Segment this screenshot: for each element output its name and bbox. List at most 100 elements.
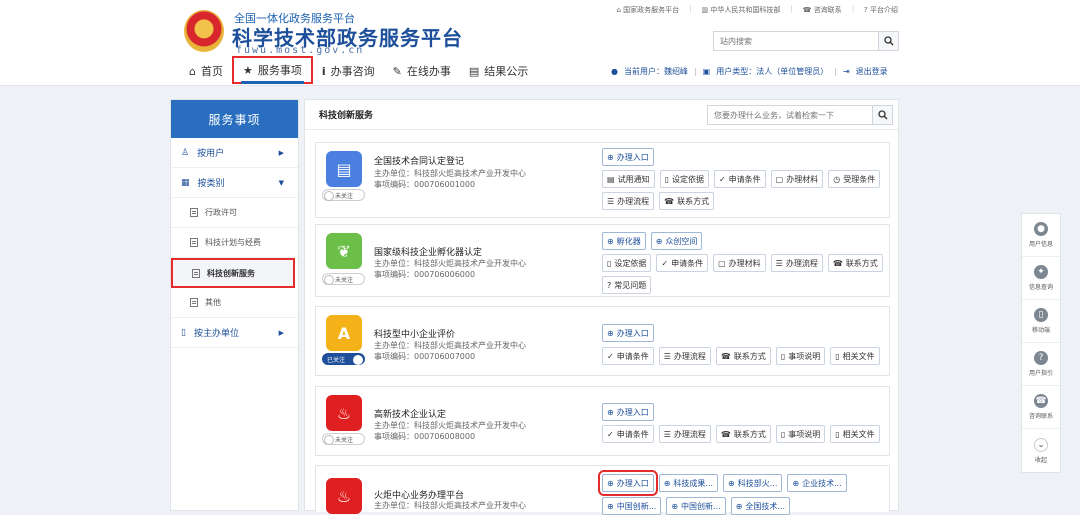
list-icon: [190, 208, 198, 217]
maker-space-button[interactable]: ⊕ 众创空间: [650, 232, 703, 250]
description-button[interactable]: ▯ 事项说明: [775, 347, 826, 365]
national-tech-button[interactable]: ⊕ 全国技术...: [730, 497, 791, 515]
star-icon: ★: [242, 63, 253, 77]
list-icon: [190, 298, 198, 307]
contact-button[interactable]: ☎ 联系方式: [715, 347, 771, 365]
nav-online[interactable]: ✎ 在线办事: [384, 58, 460, 84]
conditions-button[interactable]: ✓ 申请条件: [656, 254, 709, 272]
site-search-input[interactable]: [714, 32, 874, 50]
service-title[interactable]: 全国技术合同认定登记: [374, 154, 464, 167]
description-button[interactable]: ▯ 事项说明: [775, 425, 826, 443]
top-link-most[interactable]: ▥ 中华人民共和国科技部: [702, 5, 781, 15]
floating-toolbar: ● 用户信息 ✦ 信息查询 ▯ 移动端 ? 用户指引 ☎ 咨询联系 ⌄ 收起: [1021, 213, 1061, 473]
service-card: ▤ 未关注 全国技术合同认定登记 主办单位：科技部火炬高技术产业开发中心 事项编…: [315, 142, 890, 218]
service-org: 主办单位：科技部火炬高技术产业开发中心: [374, 341, 526, 350]
sidebar-item-by-user[interactable]: ♙ 按用户 ▶: [171, 138, 298, 168]
current-user: 当前用户：魏绍峰: [623, 67, 688, 76]
handle-entry-button[interactable]: ⊕ 办理入口: [602, 148, 654, 166]
contact-button[interactable]: ☎ 联系方式: [659, 192, 715, 210]
file-icon: ▯: [664, 174, 669, 184]
sidebar-sub-plan-fund[interactable]: 科技计划与经费: [171, 228, 298, 258]
service-org: 主办单位：科技部火炬高技术产业开发中心: [374, 421, 526, 430]
conditions-button[interactable]: ✓ 申请条件: [713, 170, 766, 188]
service-title[interactable]: 高新技术企业认定: [374, 407, 446, 420]
tool-collapse[interactable]: ⌄ 收起: [1022, 429, 1060, 472]
follow-toggle[interactable]: 未关注: [322, 189, 365, 201]
related-docs-button[interactable]: ▯ 相关文件: [830, 425, 880, 443]
handle-entry-button[interactable]: ⊕ 办理入口: [602, 403, 654, 421]
contact-button[interactable]: ☎ 联系方式: [715, 425, 771, 443]
tech-results-button[interactable]: ⊕ 科技成果...: [658, 474, 719, 492]
search-icon[interactable]: [872, 106, 892, 124]
home-icon: ⌂: [189, 64, 196, 78]
legal-basis-button[interactable]: ▯ 设定依据: [659, 170, 709, 188]
materials-button[interactable]: ▢ 办理材料: [770, 170, 824, 188]
related-docs-button[interactable]: ▯ 相关文件: [830, 347, 880, 365]
check-icon: ✓: [607, 429, 614, 439]
nav-services[interactable]: ★ 服务事项: [231, 56, 313, 84]
logout-link[interactable]: 退出登录: [856, 66, 888, 77]
handle-entry-button[interactable]: ⊕ 办理入口: [602, 324, 654, 342]
arrow-circle-icon: ⊕: [607, 152, 614, 162]
process-button[interactable]: ☰ 办理流程: [770, 254, 823, 272]
pencil-icon: ✎: [392, 64, 402, 78]
conditions-button[interactable]: ✓ 申请条件: [602, 425, 654, 443]
service-title[interactable]: 国家级科技企业孵化器认定: [374, 245, 482, 258]
user-outline-icon: ♙: [181, 147, 190, 158]
tool-mobile[interactable]: ▯ 移动端: [1022, 300, 1060, 343]
process-button[interactable]: ☰ 办理流程: [602, 192, 655, 210]
china-innovation-button-2[interactable]: ⊕ 中国创新...: [666, 497, 726, 515]
sidebar-sub-innovation[interactable]: 科技创新服务: [171, 258, 295, 288]
file-icon: ▯: [835, 429, 840, 439]
chevron-right-icon: ▶: [278, 148, 284, 157]
search-icon[interactable]: [878, 32, 898, 50]
ai-document-icon: A: [326, 315, 362, 351]
legal-basis-button[interactable]: ▯ 设定依据: [602, 254, 652, 272]
acceptance-button[interactable]: ◷ 受理条件: [828, 170, 881, 188]
contact-button[interactable]: ☎ 联系方式: [827, 254, 883, 272]
china-innovation-button[interactable]: ⊕ 中国创新...: [602, 497, 662, 515]
sidebar-sub-admin-license[interactable]: 行政许可: [171, 198, 298, 228]
conditions-button[interactable]: ✓ 申请条件: [602, 347, 654, 365]
check-icon: ✓: [718, 174, 726, 184]
site-header: 全国一体化政务服务平台 科学技术部政务服务平台 fuwu.most.gov.cn…: [0, 0, 1080, 86]
nav-results[interactable]: ▤ 结果公示: [460, 58, 537, 84]
incubator-button[interactable]: ⊕ 孵化器: [602, 232, 646, 250]
handle-entry-button[interactable]: ⊕ 办理入口: [598, 470, 658, 496]
service-code: 事项编码：000706006000: [374, 270, 476, 279]
lightbulb-icon: ✦: [1034, 265, 1048, 279]
top-link-contact[interactable]: ☎ 咨询联系: [803, 5, 842, 15]
tool-contact[interactable]: ☎ 咨询联系: [1022, 386, 1060, 429]
services-sidebar: 服务事项 ♙ 按用户 ▶ ▦ 按类别 ▼ 行政许可 科技计划与经费 科技创新服务 其他 …: [170, 99, 299, 511]
sidebar-item-by-org[interactable]: ▯ 按主办单位 ▶: [171, 318, 298, 348]
service-search: [707, 105, 893, 125]
service-title[interactable]: 科技型中小企业评价: [374, 327, 455, 340]
nav-home[interactable]: ⌂ 首页: [180, 58, 232, 84]
most-torch-button[interactable]: ⊕ 科技部火...: [723, 474, 783, 492]
copy-icon: ▢: [775, 174, 784, 184]
check-icon: ✓: [607, 351, 614, 361]
tool-user-info[interactable]: ● 用户信息: [1022, 214, 1060, 257]
follow-toggle[interactable]: 未关注: [322, 273, 365, 285]
process-button[interactable]: ☰ 办理流程: [658, 347, 711, 365]
service-search-input[interactable]: [708, 106, 870, 124]
list-icon: [192, 268, 200, 278]
logout-icon: ⇥: [842, 67, 850, 76]
sidebar-sub-other[interactable]: 其他: [171, 288, 298, 318]
service-card: ♨ 未关注 高新技术企业认定 主办单位：科技部火炬高技术产业开发中心 事项编码：…: [315, 386, 890, 456]
follow-toggle[interactable]: 未关注: [322, 433, 365, 445]
tool-guide[interactable]: ? 用户指引: [1022, 343, 1060, 386]
nav-consult[interactable]: i 办事咨询: [313, 58, 384, 84]
tool-query[interactable]: ✦ 信息查询: [1022, 257, 1060, 300]
process-button[interactable]: ☰ 办理流程: [658, 425, 711, 443]
top-link-about[interactable]: ? 平台介绍: [864, 5, 898, 15]
enterprise-tech-button[interactable]: ⊕ 企业技术...: [787, 474, 847, 492]
faq-button[interactable]: ? 常见问题: [602, 276, 652, 294]
materials-button[interactable]: ▢ 办理材料: [713, 254, 766, 272]
top-link-gov[interactable]: ⌂ 国家政务服务平台: [617, 5, 680, 15]
trial-notice-button[interactable]: ▤ 试用通知: [602, 170, 655, 188]
follow-toggle[interactable]: 已关注: [322, 353, 365, 365]
service-code: 事项编码：000706007000: [374, 352, 476, 361]
arrow-circle-icon: ⊕: [607, 407, 614, 417]
sidebar-item-by-category[interactable]: ▦ 按类别 ▼: [171, 168, 298, 198]
